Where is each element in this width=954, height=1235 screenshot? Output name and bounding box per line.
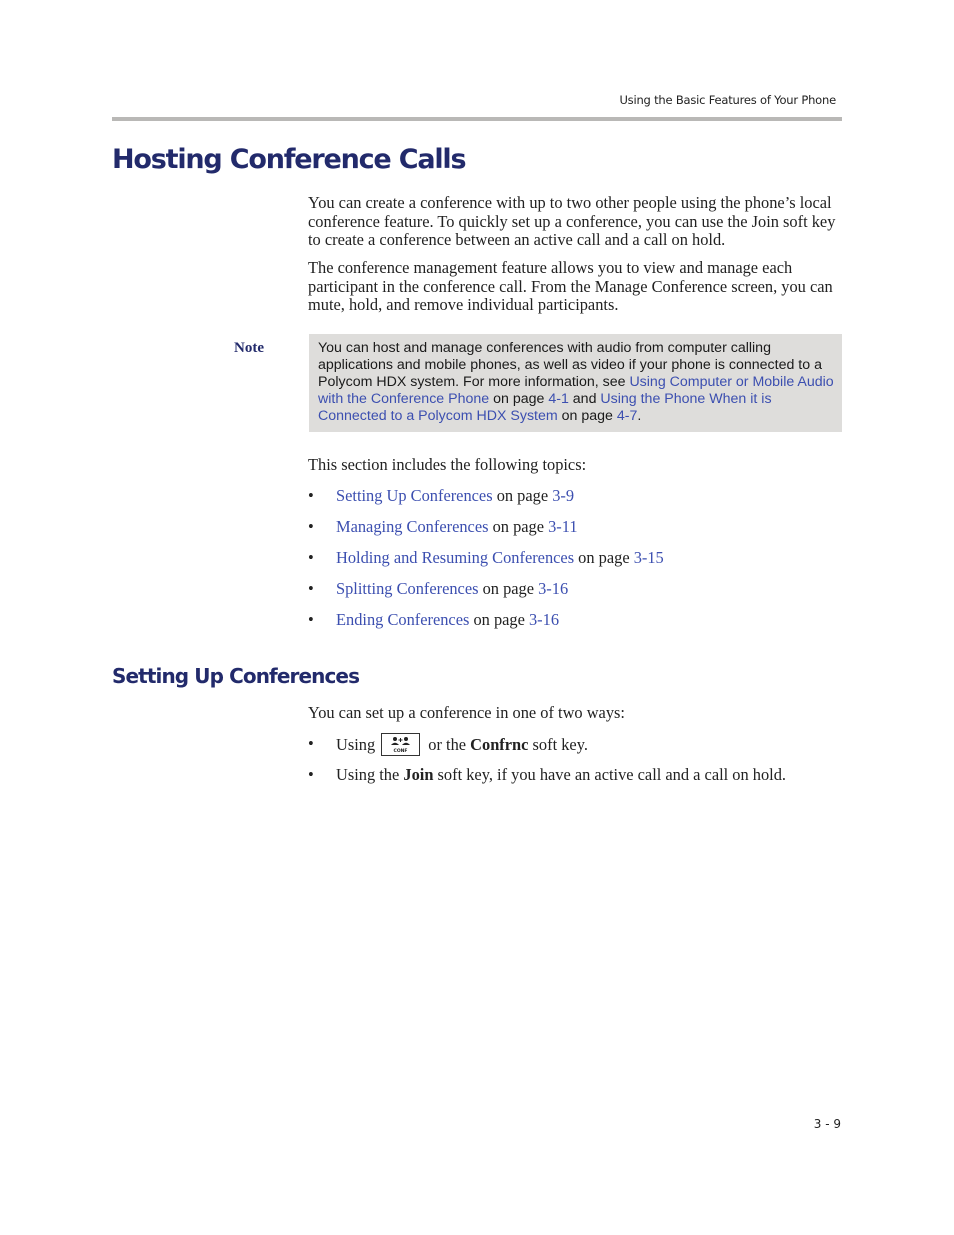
topic-link[interactable]: Setting Up Conferences xyxy=(336,486,493,505)
note-text-segment: and xyxy=(568,391,601,407)
confrnc-softkey-label: Confrnc xyxy=(470,735,529,755)
intro-paragraph-1: You can create a conference with up to t… xyxy=(308,193,836,249)
link-page-4-1[interactable]: 4-1 xyxy=(548,391,569,407)
bullet-icon: • xyxy=(308,765,314,784)
running-header: Using the Basic Features of Your Phone xyxy=(619,93,836,107)
setup-methods-list: • Using CONF or the Confrnc soft key. • … xyxy=(308,731,786,793)
bullet-icon: • xyxy=(308,579,314,598)
topics-intro: This section includes the following topi… xyxy=(308,455,587,474)
topic-page-link[interactable]: 3-9 xyxy=(552,486,574,505)
setup-text: Using the xyxy=(336,765,404,784)
header-rule xyxy=(112,117,842,121)
link-page-4-7[interactable]: 4-7 xyxy=(617,408,638,424)
list-item: • Using CONF or the Confrnc soft key. xyxy=(308,731,786,762)
list-item: • Using the Join soft key, if you have a… xyxy=(308,762,786,793)
bullet-icon: • xyxy=(308,734,314,753)
topic-link[interactable]: Managing Conferences xyxy=(336,517,488,536)
list-item: • Splitting Conferences on page 3-16 xyxy=(308,579,664,611)
list-item: • Holding and Resuming Conferences on pa… xyxy=(308,548,664,580)
topic-page-link[interactable]: 3-16 xyxy=(529,610,559,629)
on-page-text: on page xyxy=(488,517,549,536)
topic-page-link[interactable]: 3-11 xyxy=(548,517,577,536)
note-text-segment: on page xyxy=(489,391,549,407)
topic-link[interactable]: Splitting Conferences xyxy=(336,579,478,598)
setup-text: soft key, if you have an active call and… xyxy=(433,765,787,784)
setup-text: Using xyxy=(336,735,376,755)
note-box: You can host and manage conferences with… xyxy=(309,334,842,432)
on-page-text: on page xyxy=(469,610,529,629)
bullet-icon: • xyxy=(308,548,314,567)
bullet-icon: • xyxy=(308,610,314,629)
note-label: Note xyxy=(234,340,264,356)
list-item: • Ending Conferences on page 3-16 xyxy=(308,610,664,642)
list-item: • Setting Up Conferences on page 3-9 xyxy=(308,486,664,518)
setup-text: soft key. xyxy=(528,735,588,755)
topic-page-link[interactable]: 3-15 xyxy=(634,548,664,567)
section-heading-setting-up: Setting Up Conferences xyxy=(112,664,360,688)
note-text: You can host and manage conferences with… xyxy=(318,340,838,425)
page-title: Hosting Conference Calls xyxy=(112,144,467,175)
setup-text: or the xyxy=(424,735,471,755)
on-page-text: on page xyxy=(478,579,539,598)
document-page: Using the Basic Features of Your Phone H… xyxy=(0,0,954,1235)
topic-link[interactable]: Holding and Resuming Conferences xyxy=(336,548,574,567)
conference-key-caption: CONF xyxy=(394,748,408,754)
list-item: • Managing Conferences on page 3-11 xyxy=(308,517,664,549)
topic-link[interactable]: Ending Conferences xyxy=(336,610,469,629)
topic-page-link[interactable]: 3-16 xyxy=(538,579,568,598)
on-page-text: on page xyxy=(492,486,553,505)
bullet-icon: • xyxy=(308,486,314,505)
join-softkey-label: Join xyxy=(403,765,434,784)
topics-list: • Setting Up Conferences on page 3-9 • M… xyxy=(308,486,664,642)
bullet-icon: • xyxy=(308,517,314,536)
conference-key-glyph: CONF xyxy=(391,737,411,754)
on-page-text: on page xyxy=(574,548,634,567)
note-text-segment: on page xyxy=(557,408,617,424)
note-text-segment: . xyxy=(637,408,642,424)
intro-paragraph-2: The conference management feature allows… xyxy=(308,258,833,314)
setup-intro: You can set up a conference in one of tw… xyxy=(308,703,625,722)
page-number: 3 - 9 xyxy=(813,1117,841,1131)
conference-key-icon: CONF xyxy=(381,733,421,756)
